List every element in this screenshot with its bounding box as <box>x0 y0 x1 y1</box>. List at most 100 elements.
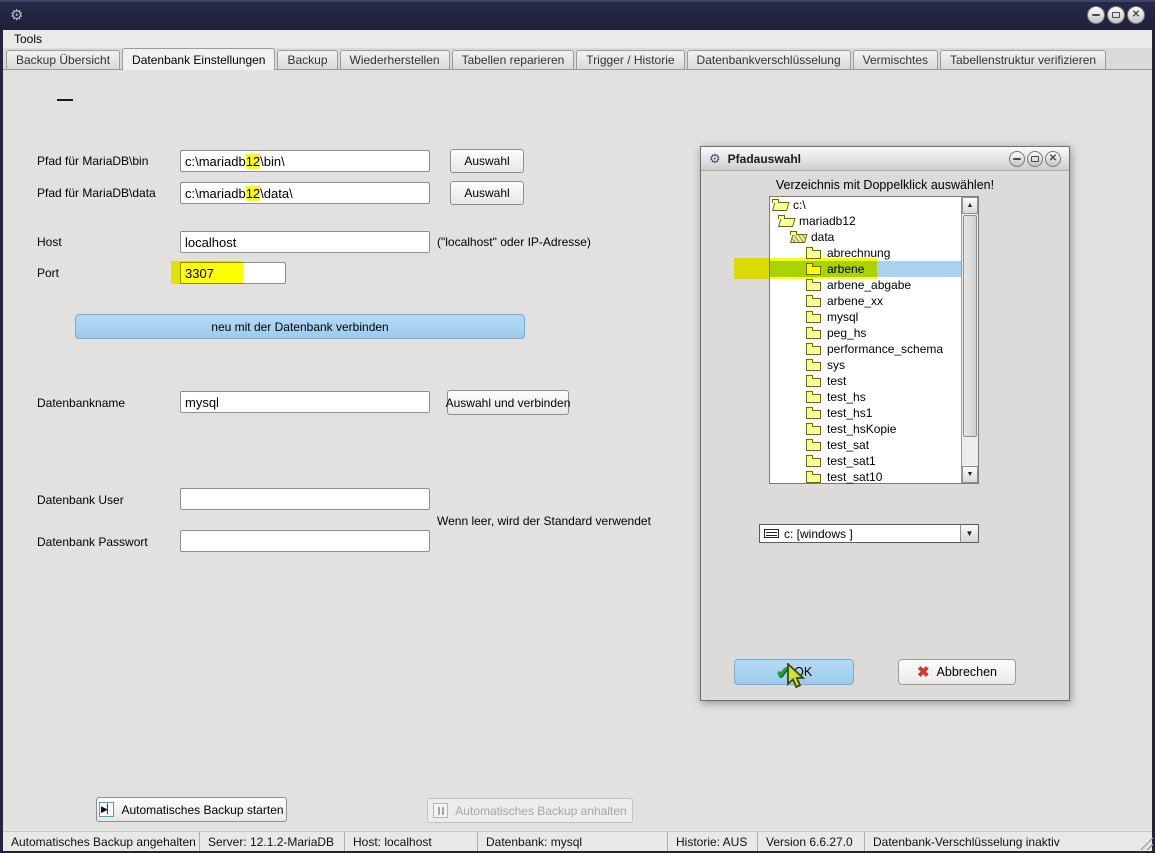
folder-item-testsat10[interactable]: test_sat10 <box>770 469 963 485</box>
dbpass-field[interactable] <box>180 530 430 552</box>
title-bar[interactable]: ⚙ ✕ <box>0 0 1155 30</box>
tab-wiederherstellen[interactable]: Wiederherstellen <box>340 50 450 69</box>
status-panel-6: Datenbank-Verschlüsselung inaktiv <box>865 832 1152 851</box>
drive-combobox[interactable]: c: [windows ] ▼ <box>759 524 979 543</box>
folder-item-arbenexx[interactable]: arbene_xx <box>770 293 963 309</box>
folder-icon <box>806 295 822 307</box>
folder-item-label: test_hs1 <box>827 406 872 420</box>
scroll-up-icon[interactable]: ▲ <box>962 197 978 214</box>
pfad-bin-value: c:\mariadb <box>185 154 246 169</box>
drive-icon <box>764 529 779 538</box>
dialog-maximize-button[interactable] <box>1027 151 1043 167</box>
label-dbuser: Datenbank User <box>37 493 124 507</box>
pfad-bin-field[interactable]: c:\mariadb12\bin\ <box>180 150 430 172</box>
tab-tabellen-reparieren[interactable]: Tabellen reparieren <box>452 50 575 69</box>
label-pfad-bin: Pfad für MariaDB\bin <box>37 154 148 168</box>
dash-mark <box>57 99 73 101</box>
folder-item-label: peg_hs <box>827 326 866 340</box>
auswahl-verbinden-button[interactable]: Auswahl und verbinden <box>447 390 569 415</box>
folder-item-test[interactable]: test <box>770 373 963 389</box>
folder-icon <box>806 311 822 323</box>
folder-item-abrechnung[interactable]: abrechnung <box>770 245 963 261</box>
pfad-data-highlight: 12 <box>246 186 260 201</box>
dbname-field[interactable]: mysql <box>180 391 430 413</box>
status-panel-3: Datenbank: mysql <box>478 832 668 851</box>
host-field[interactable]: localhost <box>180 231 430 253</box>
folder-icon <box>806 247 822 259</box>
folder-item-peghs[interactable]: peg_hs <box>770 325 963 341</box>
close-icon: ✕ <box>1132 10 1140 20</box>
auswahl-data-button[interactable]: Auswahl <box>450 181 524 205</box>
stop-backup-button[interactable]: Automatisches Backup anhalten <box>427 798 633 823</box>
status-panel-1: Server: 12.1.2-MariaDB <box>200 832 345 851</box>
folder-item-testhsKopie[interactable]: test_hsKopie <box>770 421 963 437</box>
connect-button[interactable]: neu mit der Datenbank verbinden <box>75 314 525 339</box>
app-window: ⚙ ✕ Tools Backup ÜbersichtDatenbank Eins… <box>0 0 1155 853</box>
folder-item-label: arbene <box>827 262 864 276</box>
dbuser-field[interactable] <box>180 488 430 510</box>
pfad-bin-value-post: \bin\ <box>260 154 285 169</box>
folder-icon <box>806 455 822 467</box>
folder-item-label: mariadb12 <box>799 214 856 228</box>
close-button[interactable]: ✕ <box>1127 6 1145 24</box>
folder-item-label: c:\ <box>793 198 806 212</box>
minimize-button[interactable] <box>1087 6 1105 24</box>
folder-item-data[interactable]: data <box>770 229 963 245</box>
folder-item-label: sys <box>827 358 845 372</box>
folder-item-arbeneabgabe[interactable]: arbene_abgabe <box>770 277 963 293</box>
cancel-button[interactable]: ✖ Abbrechen <box>898 659 1016 685</box>
tab-backup[interactable]: Backup <box>277 50 337 69</box>
maximize-button[interactable] <box>1107 6 1125 24</box>
close-icon: ✕ <box>1049 154 1057 164</box>
label-host: Host <box>37 235 62 249</box>
label-pfad-data: Pfad für MariaDB\data <box>37 186 156 200</box>
pfadauswahl-dialog: ⚙ Pfadauswahl ✕ Verzeichnis mit Doppelkl… <box>700 146 1070 701</box>
folder-scrollbar[interactable]: ▲ ▼ <box>961 197 978 483</box>
folder-item-label: test_sat <box>827 438 869 452</box>
scroll-down-icon[interactable]: ▼ <box>962 466 978 483</box>
menu-item-tools[interactable]: Tools <box>3 30 53 48</box>
tab-trigger-historie[interactable]: Trigger / Historie <box>576 50 684 69</box>
folder-item-arbene[interactable]: arbene <box>770 261 963 277</box>
menu-bar: Tools <box>3 30 1152 48</box>
auswahl-bin-button[interactable]: Auswahl <box>450 149 524 173</box>
status-panel-5: Version 6.6.27.0 <box>758 832 865 851</box>
status-bar: Automatisches Backup angehaltenServer: 1… <box>3 831 1152 851</box>
folder-icon <box>806 375 822 387</box>
status-panel-4: Historie: AUS <box>668 832 758 851</box>
folder-item-label: test_sat10 <box>827 470 882 484</box>
pfad-data-value: c:\mariadb <box>185 186 246 201</box>
dialog-minimize-button[interactable] <box>1009 151 1025 167</box>
pause-icon <box>433 803 448 818</box>
folder-item-tesths1[interactable]: test_hs1 <box>770 405 963 421</box>
folder-item-testsat[interactable]: test_sat <box>770 437 963 453</box>
scrollbar-thumb[interactable] <box>963 215 977 437</box>
folder-item-label: test_sat1 <box>827 454 876 468</box>
folder-item-mysql[interactable]: mysql <box>770 309 963 325</box>
folder-item-sys[interactable]: sys <box>770 357 963 373</box>
window-border-left <box>0 30 3 853</box>
tab-tabellenstruktur-verifizieren[interactable]: Tabellenstruktur verifizieren <box>940 50 1106 69</box>
tab-vermischtes[interactable]: Vermischtes <box>853 50 938 69</box>
folder-icon <box>806 407 822 419</box>
minimize-icon <box>1013 158 1021 160</box>
folder-open-icon <box>772 199 788 211</box>
folder-item-mariadb12[interactable]: mariadb12 <box>770 213 963 229</box>
tab-backup-übersicht[interactable]: Backup Übersicht <box>6 50 120 69</box>
tab-datenbank-einstellungen[interactable]: Datenbank Einstellungen <box>122 48 275 70</box>
pfad-data-field[interactable]: c:\mariadb12\data\ <box>180 182 430 204</box>
chevron-down-icon[interactable]: ▼ <box>960 525 978 542</box>
folder-item-testsat1[interactable]: test_sat1 <box>770 453 963 469</box>
start-backup-button[interactable]: ▶▏ Automatisches Backup starten <box>96 797 287 822</box>
dialog-title-bar[interactable]: ⚙ Pfadauswahl ✕ <box>701 147 1069 171</box>
port-field[interactable]: 3307 <box>180 262 286 284</box>
minimize-icon <box>1092 14 1100 16</box>
folder-item-performanceschema[interactable]: performance_schema <box>770 341 963 357</box>
folder-item-c[interactable]: c:\ <box>770 197 963 213</box>
dialog-close-button[interactable]: ✕ <box>1045 151 1061 167</box>
folder-item-tesths[interactable]: test_hs <box>770 389 963 405</box>
stop-backup-label: Automatisches Backup anhalten <box>455 804 626 818</box>
folder-listbox[interactable]: c:\ mariadb12dataabrechnungarbenearbene_a… <box>769 196 979 484</box>
status-panel-0: Automatisches Backup angehalten <box>3 832 200 851</box>
tab-datenbankverschlüsselung[interactable]: Datenbankverschlüsselung <box>687 50 851 69</box>
